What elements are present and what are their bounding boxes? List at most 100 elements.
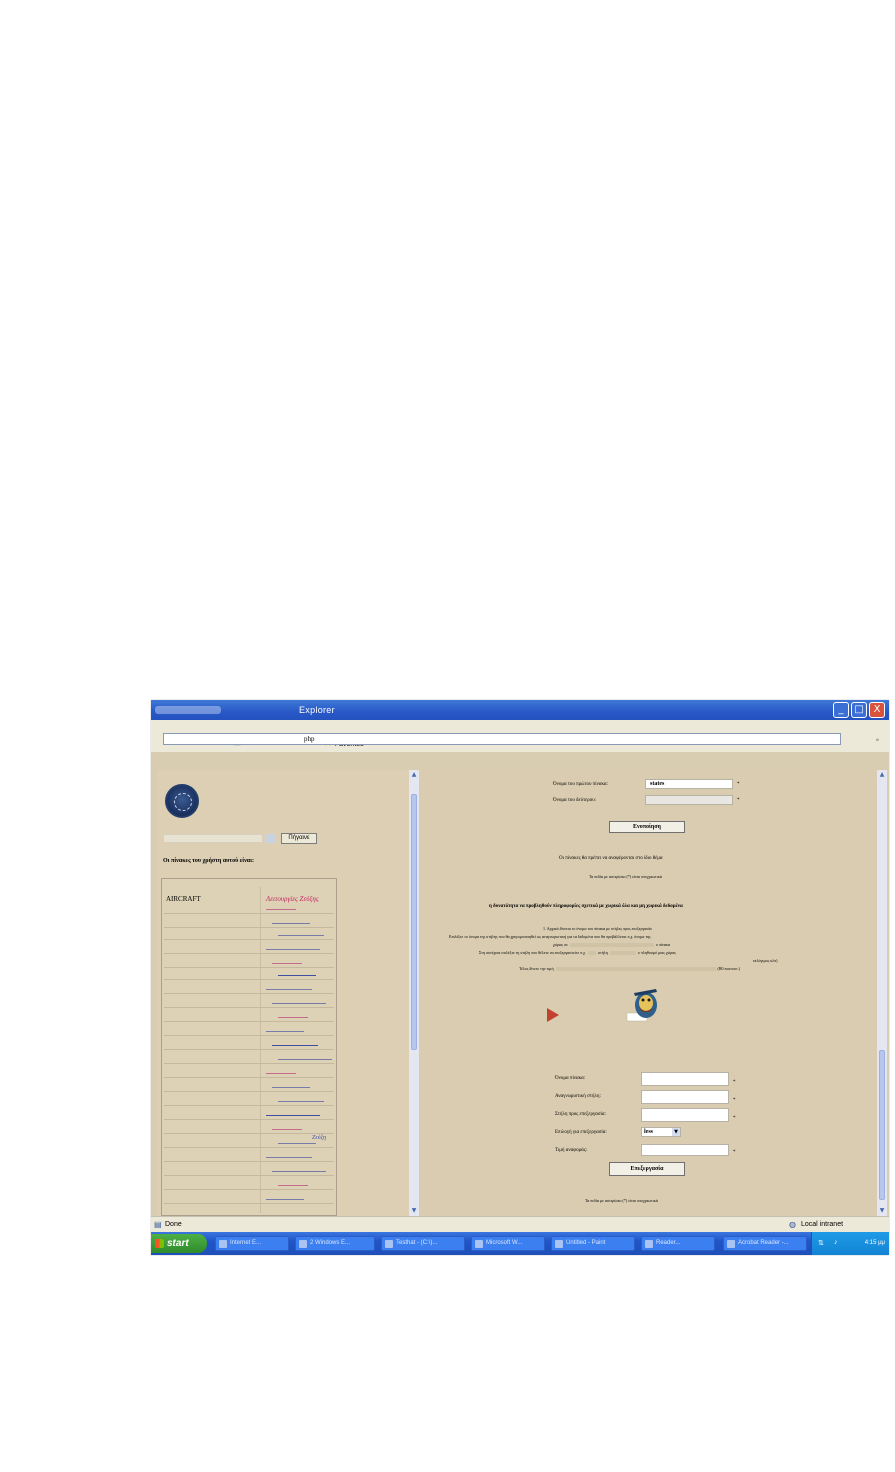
windows-flag-icon [155, 1239, 164, 1248]
table-row[interactable] [164, 993, 334, 994]
university-logo [165, 784, 199, 818]
row-link[interactable] [266, 1031, 304, 1032]
row-link[interactable] [272, 1045, 318, 1046]
task-item[interactable]: Acrobat Reader -... [723, 1236, 807, 1251]
taskbar: start Internet E... 2 Windows E... Testh… [151, 1232, 889, 1255]
scroll-down-icon[interactable]: ▼ [877, 1206, 887, 1216]
first-table-label: Όνομα του πρώτου πίνακα: [553, 782, 608, 787]
scroll-down-icon[interactable]: ▼ [409, 1206, 419, 1216]
table-name-label: Όνομα πίνακα: [555, 1076, 586, 1081]
row-link[interactable] [272, 923, 310, 924]
second-table-input[interactable] [645, 795, 733, 805]
table-row[interactable] [164, 1021, 334, 1022]
reference-value-input[interactable] [641, 1144, 729, 1156]
chevron-down-icon[interactable]: ▼ [672, 1128, 680, 1136]
table-row[interactable] [164, 1147, 334, 1148]
close-button[interactable]: X [869, 702, 885, 718]
table-row[interactable] [164, 1189, 334, 1190]
tables-label: Οι πίνακες του χρήστη αυτού είναι: [163, 858, 254, 864]
toolbar-chevron-icon[interactable]: » [876, 737, 879, 743]
table-row[interactable] [164, 939, 334, 940]
row-link[interactable] [278, 1101, 324, 1102]
table-row[interactable] [164, 1203, 334, 1204]
table-row[interactable] [164, 967, 334, 968]
table-row[interactable] [164, 1161, 334, 1162]
row-link[interactable] [266, 1115, 320, 1116]
table-row[interactable] [164, 1035, 334, 1036]
row-link[interactable] [266, 1157, 312, 1158]
same-subject-info: Οι πίνακες θα πρέπει να αναφέρονται στο … [559, 856, 663, 861]
right-frame: Όνομα του πρώτου πίνακα: states * Όνομα … [419, 770, 877, 1216]
address-bar[interactable]: php [163, 733, 841, 745]
table-row[interactable] [164, 979, 334, 980]
minimize-button[interactable]: _ [833, 702, 849, 718]
row-link[interactable] [272, 1129, 302, 1130]
table-row[interactable] [164, 953, 334, 954]
table-row[interactable] [164, 913, 334, 914]
row-link[interactable] [266, 949, 320, 950]
choice-select[interactable]: less ▼ [641, 1127, 681, 1137]
row-link[interactable] [266, 909, 296, 910]
table-row[interactable] [164, 927, 334, 928]
start-button[interactable]: start [151, 1234, 207, 1253]
row-link[interactable] [278, 1017, 308, 1018]
row-link[interactable] [272, 1087, 310, 1088]
task-item[interactable]: Microsoft W... [471, 1236, 545, 1251]
task-item[interactable]: Testhat - (C:\)... [381, 1236, 465, 1251]
right-scroll-thumb[interactable] [879, 1050, 885, 1200]
row-link[interactable] [266, 989, 312, 990]
asterisk-5: * [733, 1116, 736, 1121]
task-item[interactable]: 2 Windows E... [295, 1236, 375, 1251]
right-scrollbar[interactable]: ▲ ▼ [877, 770, 887, 1216]
table-row[interactable] [164, 1133, 334, 1134]
required-note-top: Τα πεδία με αστερίσκο (*) είναι υποχρεωτ… [589, 874, 662, 879]
volume-icon[interactable]: ♪ [834, 1239, 838, 1246]
join-link[interactable]: Ζεύξη [312, 1135, 326, 1141]
table-row[interactable] [164, 1119, 334, 1120]
table-row[interactable] [164, 1007, 334, 1008]
go-button[interactable]: Πήγαινε [281, 833, 317, 844]
left-dropdown-icon[interactable] [265, 834, 275, 843]
maximize-button[interactable]: □ [851, 702, 867, 718]
start-label: start [167, 1238, 189, 1249]
table-row[interactable] [164, 1063, 334, 1064]
row-link[interactable] [278, 935, 324, 936]
table-row[interactable] [164, 1077, 334, 1078]
row-link[interactable] [266, 1073, 296, 1074]
scroll-up-icon[interactable]: ▲ [877, 770, 887, 780]
row-link[interactable] [272, 1171, 326, 1172]
table-name-header[interactable]: AIRCRAFT [166, 895, 201, 903]
table-actions-header[interactable]: Λειτουργίες Ζεύξης [266, 895, 319, 903]
network-icon[interactable]: ⇅ [818, 1239, 824, 1247]
table-row[interactable] [164, 1091, 334, 1092]
first-table-input[interactable]: states [645, 779, 733, 789]
task-item[interactable]: Internet E... [215, 1236, 289, 1251]
row-link[interactable] [278, 1185, 308, 1186]
left-scrollbar[interactable]: ▲ ▼ [409, 770, 419, 1216]
task-item[interactable]: Reader... [641, 1236, 715, 1251]
scroll-up-icon[interactable]: ▲ [409, 770, 419, 780]
id-column-input[interactable] [641, 1090, 729, 1104]
left-scroll-thumb[interactable] [411, 794, 417, 1050]
task-item[interactable]: Untitled - Paint [551, 1236, 635, 1251]
join-button[interactable]: Ενοποίηση [609, 821, 685, 833]
intranet-icon: ◍ [789, 1220, 796, 1229]
row-link[interactable] [278, 1143, 316, 1144]
second-table-label: Όνομα του δεύτερου: [553, 798, 597, 803]
table-row[interactable] [164, 1049, 334, 1050]
table-name-input[interactable] [641, 1072, 729, 1086]
row-link[interactable] [272, 1003, 326, 1004]
table-row[interactable] [164, 1175, 334, 1176]
play-icon[interactable] [547, 1008, 559, 1022]
row-link[interactable] [278, 975, 316, 976]
table-row[interactable] [164, 1105, 334, 1106]
redacted-text [569, 943, 654, 948]
left-search-input[interactable] [163, 834, 263, 843]
row-link[interactable] [278, 1059, 332, 1060]
process-column-input[interactable] [641, 1108, 729, 1122]
row-link[interactable] [272, 963, 302, 964]
row-link[interactable] [266, 1199, 304, 1200]
step-2-text: Επιλέξτε το όνομα της στήλης που θα χρησ… [449, 934, 651, 939]
step-3-text: Στη συνέχεια επιλέξτε τη στήλη που θέλετ… [479, 950, 676, 956]
process-button[interactable]: Επεξεργασία [609, 1162, 685, 1176]
